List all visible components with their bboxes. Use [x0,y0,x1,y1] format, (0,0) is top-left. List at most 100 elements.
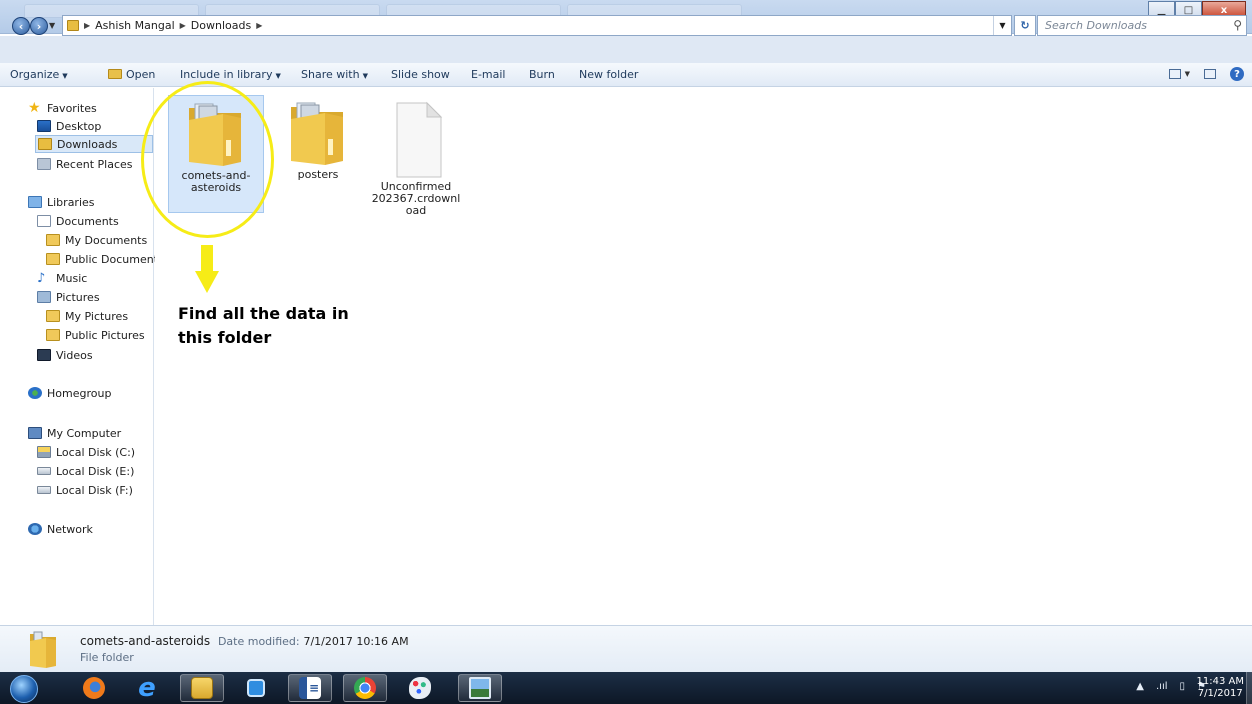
start-button[interactable] [10,675,38,703]
system-disk-icon [37,446,51,458]
paint-icon [409,677,431,699]
annotation-line: this folder [178,328,272,347]
taskbar-chrome[interactable] [343,674,387,702]
annotation-line: Find all the data in [178,304,349,323]
folder-icon [46,310,60,322]
nav-videos[interactable]: Videos [37,346,93,364]
internet-explorer-icon: e [138,673,156,703]
address-dropdown-button[interactable]: ▼ [993,16,1011,35]
share-with-button[interactable]: Share with ▼ [301,68,368,81]
nav-my-pictures[interactable]: My Pictures [46,307,128,325]
nav-favorites[interactable]: ★ Favorites [28,99,97,117]
nav-recent-places[interactable]: Recent Places [37,155,133,173]
search-placeholder: Search Downloads [1045,19,1147,32]
open-button[interactable]: Open [108,68,155,81]
photo-viewer-icon [469,677,491,699]
libraries-icon [28,196,42,208]
nav-pictures[interactable]: Pictures [37,288,100,306]
taskbar-firefox[interactable] [72,674,116,702]
details-pane: comets-and-asteroids Date modified: 7/1/… [0,625,1252,672]
new-folder-button[interactable]: New folder [579,68,638,81]
nav-my-computer[interactable]: My Computer [28,424,121,442]
videos-icon [37,349,51,361]
chevron-down-icon: ▼ [362,72,368,80]
system-tray: ▲ .ııl ▯ ⚑ [1136,681,1206,692]
change-view-icon[interactable] [1168,69,1181,79]
address-strip-background [0,36,1252,63]
nav-label: My Computer [47,426,122,440]
annotation-text: Find all the data in this folder [178,302,349,350]
back-button[interactable]: ‹ [12,17,30,35]
taskbar-word[interactable]: ≡ [288,674,332,702]
taskbar-explorer[interactable] [180,674,224,702]
file-label: posters [297,168,339,181]
computer-icon [28,427,42,439]
nav-network[interactable]: Network [28,520,93,538]
folder-icon [30,631,56,668]
forward-button[interactable]: › [30,17,48,35]
signal-icon[interactable]: .ııl [1156,681,1168,692]
address-bar[interactable]: ▶ Ashish Mangal ▶ Downloads ▶ ▼ [62,15,1012,36]
nav-music[interactable]: ♪ Music [37,269,87,287]
battery-icon[interactable]: ▯ [1180,681,1186,692]
file-item-comets-and-asteroids[interactable]: comets-and-asteroids [168,95,264,213]
show-desktop-button[interactable] [1246,672,1252,704]
breadcrumb-ashish-mangal[interactable]: Ashish Mangal [95,19,174,32]
file-list-area: comets-and-asteroids posters Unconfirmed… [155,88,1252,625]
search-icon[interactable]: ⚲ [1233,18,1242,32]
nav-libraries[interactable]: Libraries [28,193,95,211]
preview-pane-icon[interactable] [1204,69,1216,79]
taskbar-media[interactable] [234,674,278,702]
nav-label: Local Disk (E:) [56,464,135,478]
email-button[interactable]: E-mail [471,68,506,81]
clock[interactable]: 11:43 AM 7/1/2017 [1197,676,1244,700]
nav-label: Documents [56,214,119,228]
nav-public-pictures[interactable]: Public Pictures [46,326,145,344]
details-modified-value: 7/1/2017 10:16 AM [303,635,409,648]
nav-public-documents[interactable]: Public Documents [46,250,164,268]
breadcrumb-separator-icon[interactable]: ▶ [180,21,186,30]
breadcrumb-separator-icon[interactable]: ▶ [256,21,262,30]
file-item-posters[interactable]: posters [270,95,366,213]
taskbar-photo-viewer[interactable] [458,674,502,702]
help-icon[interactable]: ? [1230,67,1244,81]
nav-label: Music [56,271,88,285]
folder-icon [46,234,60,246]
nav-documents[interactable]: Documents [37,212,119,230]
nav-label: My Documents [65,233,148,247]
slide-show-button[interactable]: Slide show [391,68,450,81]
nav-local-disk-f[interactable]: Local Disk (F:) [37,481,133,499]
refresh-button[interactable]: ↻ [1014,15,1036,36]
chevron-down-icon: ▼ [62,72,68,80]
file-label: comets-and-asteroids [181,169,251,194]
chevron-down-icon[interactable]: ▼ [1185,70,1190,78]
file-item-unconfirmed-crdownload[interactable]: Unconfirmed 202367.crdownload [368,95,464,227]
taskbar-internet-explorer[interactable]: e [125,674,169,702]
show-hidden-icons-icon[interactable]: ▲ [1136,681,1144,692]
downloads-folder-icon [38,138,52,150]
burn-button[interactable]: Burn [529,68,555,81]
window-titlebar: ▁ □ x ‹ › ▼ ▶ Ashish Mangal ▶ Downloads … [0,0,1252,36]
firefox-icon [83,677,105,699]
nav-label: Desktop [56,119,102,133]
nav-my-documents[interactable]: My Documents [46,231,147,249]
nav-local-disk-e[interactable]: Local Disk (E:) [37,462,134,480]
nav-label: Downloads [57,137,118,151]
blank-file-icon [396,101,443,178]
nav-downloads[interactable]: Downloads [35,135,153,153]
taskbar-paint[interactable] [398,674,442,702]
breadcrumb-downloads[interactable]: Downloads [191,19,251,32]
organize-button[interactable]: Organize ▼ [10,68,68,81]
music-icon: ♪ [37,270,46,286]
nav-homegroup[interactable]: Homegroup [28,384,111,402]
clock-date: 7/1/2017 [1197,688,1243,699]
search-input[interactable]: Search Downloads ⚲ [1037,15,1247,36]
recent-pages-dropdown[interactable]: ▼ [49,21,55,30]
share-with-label: Share with [301,68,360,81]
breadcrumb-separator-icon[interactable]: ▶ [84,21,90,30]
nav-desktop[interactable]: Desktop [37,117,101,135]
nav-label: Public Pictures [65,328,145,342]
nav-local-disk-c[interactable]: Local Disk (C:) [37,443,135,461]
include-in-library-button[interactable]: Include in library ▼ [180,68,281,81]
navigation-pane: ★ Favorites Desktop Downloads Recent Plac… [0,88,164,625]
